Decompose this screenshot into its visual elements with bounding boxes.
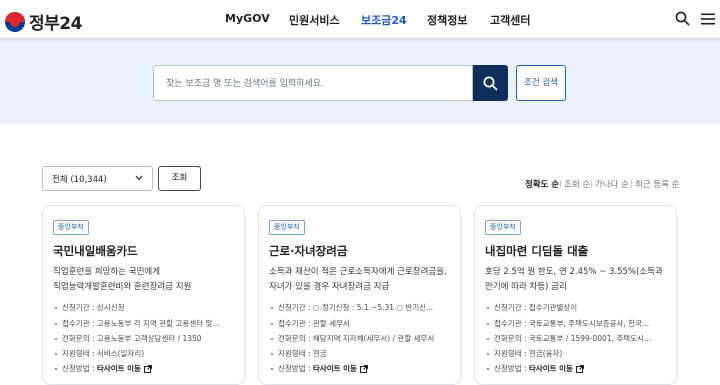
card-description: 호당 2.5억 원 한도, 연 2.45% ~ 3.55%(소득과 만기에 따라… (485, 265, 675, 295)
nav-item-civil-service[interactable]: 민원서비스 (289, 12, 340, 28)
info-row-apply: 신청방법 : 타사이트 이동 (269, 363, 457, 374)
search-button-icon (483, 76, 498, 91)
info-row: 지원형태 : 현금(융자) (485, 348, 673, 359)
info-row: 지원형태 : 현금 (269, 348, 457, 359)
card-description-line: 소득과 재산이 적은 근로소득자에게 근로장려금을, (269, 267, 447, 277)
subsidy-card[interactable]: 중앙부처 근로·자녀장려금 소득과 재산이 적은 근로소득자에게 근로장려금을,… (258, 205, 461, 385)
info-row: 신청기간 : ○ 정기신청 : 5.1.~5.31.○ 반기신... (269, 302, 457, 313)
sort-views[interactable]: 조회 순 (564, 178, 590, 190)
nav-item-policy[interactable]: 정책정보 (427, 12, 467, 28)
info-row: 전화문의 : 국토교통부 / 1599-0001, 주택도시... (485, 333, 673, 344)
nav-item-mygov[interactable]: MyGOV (225, 12, 270, 25)
search-input[interactable]: 찾는 보조금 명 또는 검색어를 입력하세요. (166, 76, 466, 89)
card-description: 직업훈련을 희망하는 국민에게 직업능력개발훈련비와 훈련장려금 지원 (53, 265, 243, 295)
info-row: 전화문의 : 고용노동부 고객상담센터 / 1350 (53, 333, 241, 344)
external-link-icon[interactable] (575, 365, 584, 373)
agency-badge: 중앙부처 (269, 220, 305, 235)
info-row: 접수기관 : 국토교통부, 주택도시보증공사, 한국... (485, 318, 673, 329)
info-row: 신청기간 : 상시신청 (53, 302, 241, 313)
card-description-line: 자녀가 있을 경우 자녀장려금 지급 (269, 282, 390, 292)
sort-recent[interactable]: 최근 등록 순 (635, 178, 680, 190)
sort-divider (631, 180, 632, 188)
sort-divider (560, 180, 561, 188)
card-description-line: 호당 2.5억 원 한도, 연 2.45% ~ 3.55%(소득과 (485, 267, 663, 277)
card-description-line: 직업훈련을 희망하는 국민에게 (53, 267, 161, 277)
advanced-search-button[interactable]: 조건 검색 (516, 65, 566, 101)
query-button[interactable]: 조회 (158, 166, 201, 191)
card-title[interactable]: 내집마련 디딤돌 대출 (485, 243, 588, 259)
external-site-link[interactable]: 타사이트 이동 (529, 364, 573, 373)
card-description-line: 만기에 따라 차등) 금리 (485, 282, 567, 292)
agency-badge: 중앙부처 (485, 220, 521, 235)
chevron-down-icon (135, 175, 143, 181)
sort-divider (591, 180, 592, 188)
info-row: 신청기간 : 접수기관별상이 (485, 302, 673, 313)
site-header: 정부24 MyGOV 민원서비스 보조금24 정책정보 고객센터 (0, 0, 720, 38)
search-button[interactable] (473, 65, 508, 101)
main-nav: MyGOV 민원서비스 보조금24 정책정보 고객센터 (0, 12, 720, 30)
sort-accuracy[interactable]: 정확도 순 (525, 178, 559, 190)
external-site-link[interactable]: 타사이트 이동 (313, 364, 357, 373)
info-row-apply: 신청방법 : 타사이트 이동 (485, 363, 673, 374)
search-field[interactable]: 찾는 보조금 명 또는 검색어를 입력하세요. (153, 65, 473, 101)
nav-item-subsidy[interactable]: 보조금24 (361, 12, 407, 28)
category-select-value: 전체 (10,344) (52, 175, 107, 185)
subsidy-card[interactable]: 중앙부처 내집마련 디딤돌 대출 호당 2.5억 원 한도, 연 2.45% ~… (474, 205, 677, 385)
search-icon[interactable] (675, 11, 690, 26)
card-title[interactable]: 국민내일배움카드 (53, 243, 138, 259)
info-row: 전화문의 : 해당지역 지자체(세무서) / 관할 세무서 (269, 333, 457, 344)
nav-item-customer-center[interactable]: 고객센터 (490, 12, 530, 28)
sort-alphabetical[interactable]: 가나다 순 (595, 178, 629, 190)
external-link-icon[interactable] (143, 365, 152, 373)
info-row: 접수기관 : 관할 세무서 (269, 318, 457, 329)
info-row: 접수기관 : 고용노동부 각 지역 관할 고용센터 및... (53, 318, 241, 329)
external-link-icon[interactable] (359, 365, 368, 373)
subsidy-card[interactable]: 중앙부처 국민내일배움카드 직업훈련을 희망하는 국민에게 직업능력개발훈련비와… (42, 205, 245, 385)
menu-icon[interactable] (701, 13, 715, 25)
info-row-apply: 신청방법 : 타사이트 이동 (53, 363, 241, 374)
category-select[interactable]: 전체 (10,344) (42, 166, 153, 191)
info-row: 지원형태 : 서비스(일자리) (53, 348, 241, 359)
card-description-line: 직업능력개발훈련비와 훈련장려금 지원 (53, 282, 192, 292)
card-title[interactable]: 근로·자녀장려금 (269, 243, 347, 259)
agency-badge: 중앙부처 (53, 220, 89, 235)
external-site-link[interactable]: 타사이트 이동 (97, 364, 141, 373)
header-shadow (0, 38, 720, 42)
card-description: 소득과 재산이 적은 근로소득자에게 근로장려금을, 자녀가 있을 경우 자녀장… (269, 265, 459, 295)
